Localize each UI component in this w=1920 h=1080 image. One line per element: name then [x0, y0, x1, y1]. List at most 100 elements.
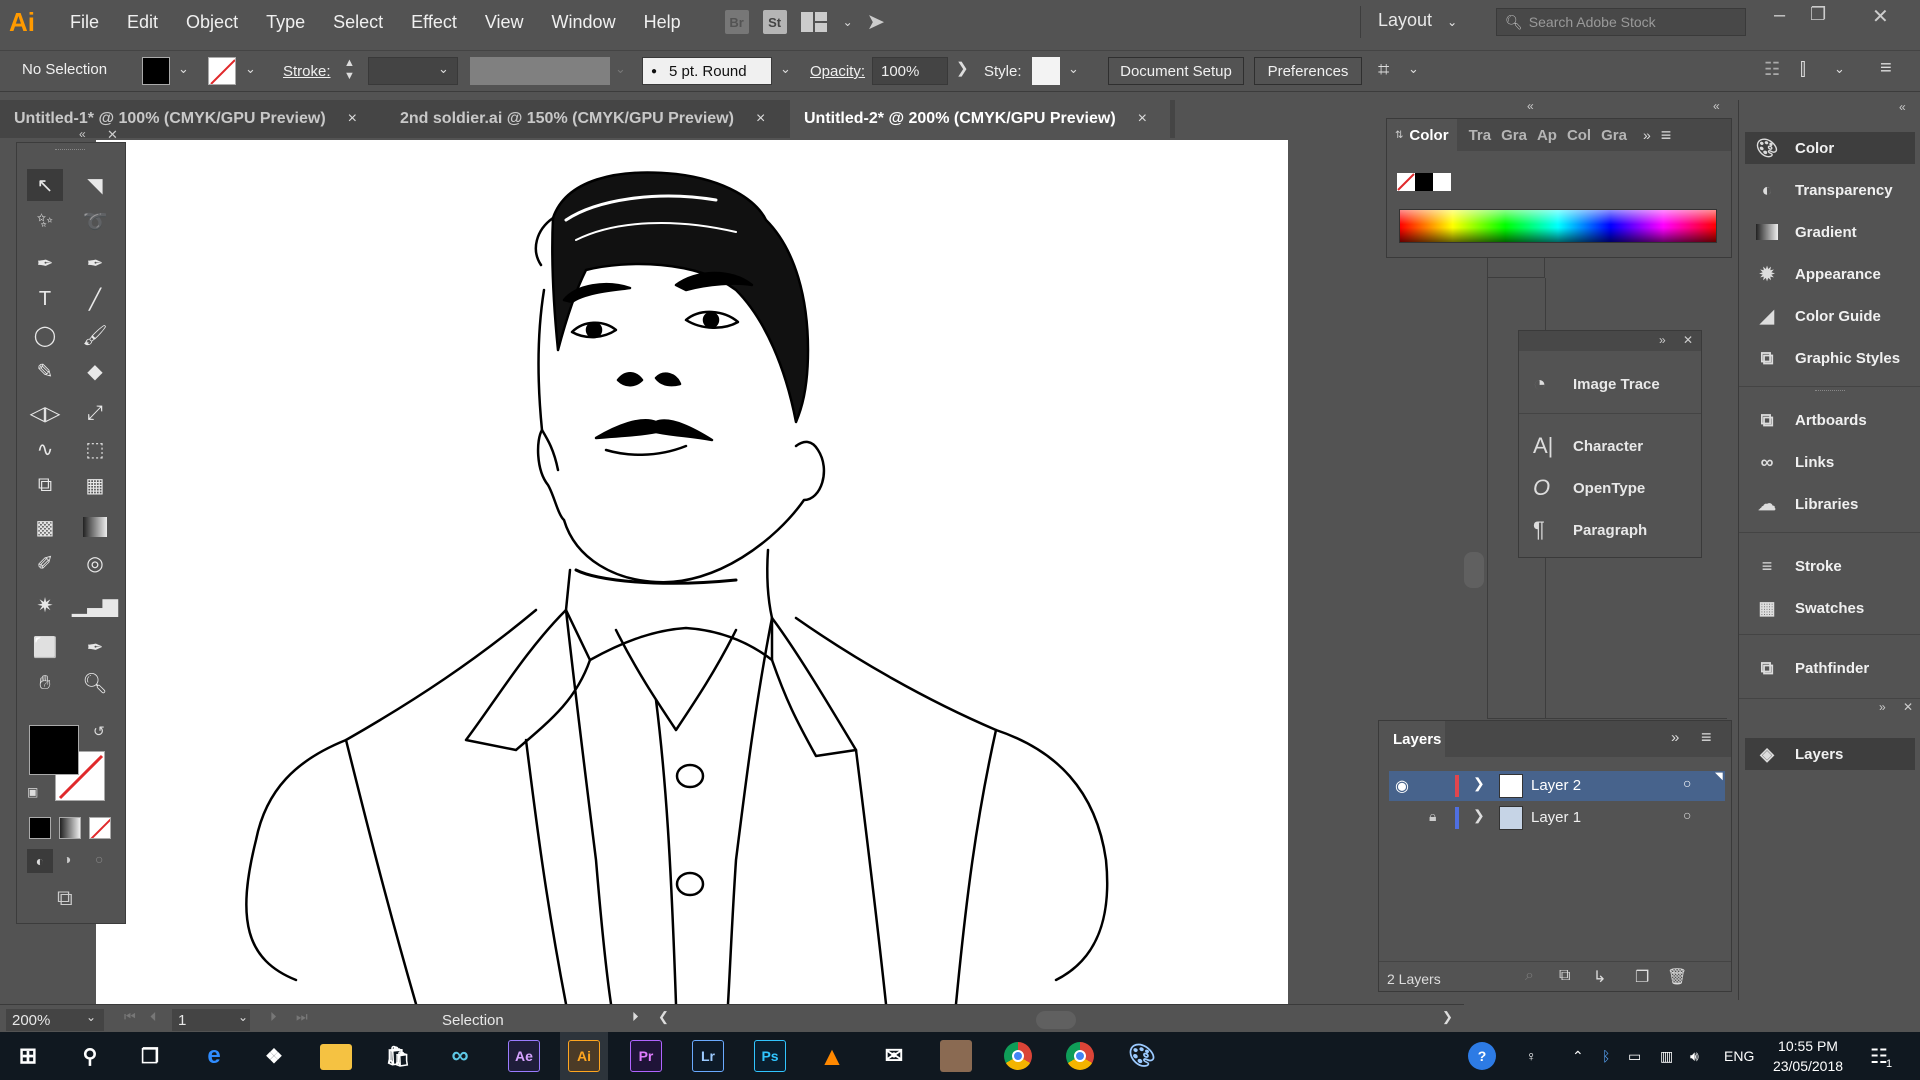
expand-icon[interactable]: »: [1643, 127, 1651, 143]
tab-appearance[interactable]: Ap: [1537, 127, 1557, 144]
eye-icon[interactable]: ◉: [1395, 776, 1409, 796]
opentype-item[interactable]: O OpenType: [1519, 471, 1701, 505]
chevron-down-icon[interactable]: ⌄: [1068, 61, 1079, 77]
lasso-tool[interactable]: ➰: [77, 205, 113, 237]
store-icon[interactable]: 🛍︎: [382, 1040, 414, 1072]
close-icon[interactable]: ✕: [1683, 333, 1693, 347]
shape-builder-tool[interactable]: ⧉: [27, 469, 63, 501]
fill-color-box[interactable]: [29, 725, 79, 775]
trash-icon[interactable]: 🗑︎: [1667, 967, 1687, 987]
graphic-style-swatch[interactable]: [1032, 57, 1060, 85]
workspace-switcher[interactable]: Layout ⌄: [1378, 10, 1457, 31]
dropbox-icon[interactable]: ❖: [258, 1040, 290, 1072]
dock-libraries[interactable]: ☁︎ Libraries: [1745, 488, 1915, 520]
eraser-tool[interactable]: ◆: [77, 355, 113, 387]
control-menu-icon[interactable]: ≡: [1880, 57, 1892, 80]
chevron-down-icon[interactable]: ⌄: [1834, 61, 1845, 77]
pen-tool[interactable]: ✒︎: [27, 247, 63, 279]
swap-fill-stroke-icon[interactable]: ↺: [93, 723, 105, 740]
grid-icon[interactable]: ☷: [1764, 59, 1780, 80]
lightroom-icon[interactable]: Lr: [692, 1040, 724, 1072]
character-item[interactable]: A| Character: [1519, 429, 1701, 463]
dock-artboards[interactable]: ⧉ Artboards: [1745, 404, 1915, 436]
variable-width-profile[interactable]: [470, 57, 610, 85]
dock-swatches[interactable]: ▦ Swatches: [1745, 592, 1915, 624]
new-layer-icon[interactable]: ❐: [1635, 967, 1649, 987]
people-icon[interactable]: ♀︎: [1526, 1032, 1537, 1080]
toolbar-grip[interactable]: [55, 149, 85, 152]
layer-row[interactable]: ◉ ❯ Layer 2 ○ ◥: [1389, 771, 1725, 801]
opacity-label[interactable]: Opacity:: [810, 63, 865, 80]
none-mode-button[interactable]: [89, 817, 111, 839]
tab-2nd-soldier[interactable]: 2nd soldier.ai @ 150% (CMYK/GPU Preview)…: [386, 100, 778, 138]
type-tool[interactable]: T: [27, 283, 63, 315]
close-icon[interactable]: ✕: [107, 127, 118, 143]
white-swatch[interactable]: [1433, 173, 1451, 191]
menu-object[interactable]: Object: [172, 12, 252, 33]
ellipse-tool[interactable]: ◯: [27, 319, 63, 351]
previous-artboard-icon[interactable]: ⏴: [150, 1009, 157, 1025]
stroke-stepper[interactable]: ▲ ▼: [344, 57, 355, 83]
chevron-down-icon[interactable]: ⌄: [1408, 61, 1419, 77]
language-indicator[interactable]: ENG: [1724, 1032, 1754, 1080]
black-swatch[interactable]: [1415, 173, 1433, 191]
dock-color-guide[interactable]: ◢ Color Guide: [1745, 300, 1915, 332]
column-graph-tool[interactable]: ▁▃▆: [72, 589, 118, 621]
eyedropper-tool[interactable]: ✐: [27, 547, 63, 579]
tab-gradient[interactable]: Gra: [1501, 127, 1527, 144]
tab-color-guide[interactable]: Col: [1567, 127, 1591, 144]
chevron-down-icon[interactable]: ⌄: [245, 61, 256, 77]
expand-icon[interactable]: »: [1659, 333, 1666, 347]
close-icon[interactable]: ×: [756, 110, 765, 128]
illustrator-logo[interactable]: Ai: [0, 0, 44, 44]
scroll-handle[interactable]: [1464, 552, 1484, 588]
fill-swatch[interactable]: [142, 57, 170, 85]
line-art-illustration[interactable]: [96, 140, 1288, 1006]
chevron-down-icon[interactable]: ⌄: [86, 1010, 96, 1024]
mail-icon[interactable]: ✉︎: [878, 1040, 910, 1072]
chevron-right-icon[interactable]: ❯: [1473, 775, 1485, 792]
screen-mode-icon[interactable]: ⧉: [57, 885, 73, 911]
dock-links[interactable]: ∞ Links: [1745, 446, 1915, 478]
battery-icon[interactable]: ▭: [1628, 1032, 1641, 1080]
create-sublayer-icon[interactable]: ↳: [1593, 967, 1606, 987]
bluetooth-icon[interactable]: ᛒ: [1602, 1032, 1610, 1080]
tab-untitled-2[interactable]: Untitled-2* @ 200% (CMYK/GPU Preview) ×: [790, 100, 1170, 138]
dock-group-grip[interactable]: [1815, 390, 1845, 391]
dock-appearance[interactable]: ✹ Appearance: [1745, 258, 1915, 290]
photo-app-icon[interactable]: [940, 1040, 972, 1072]
none-swatch[interactable]: [1397, 173, 1415, 191]
magic-wand-tool[interactable]: ✨︎: [27, 205, 63, 237]
edge-icon[interactable]: e: [198, 1040, 230, 1072]
artboard-tool[interactable]: ⬜: [27, 631, 63, 663]
stock-search-input[interactable]: 🔍︎ Search Adobe Stock: [1496, 8, 1746, 36]
menu-view[interactable]: View: [471, 12, 538, 33]
align-icon[interactable]: ⫿: [1800, 59, 1806, 80]
last-artboard-icon[interactable]: ⏭: [296, 1009, 308, 1025]
chevron-down-icon[interactable]: ⌄: [178, 61, 189, 77]
chevron-up-icon[interactable]: ⌃: [1572, 1032, 1584, 1080]
collapse-icon[interactable]: «: [1527, 99, 1534, 113]
color-spectrum-bar[interactable]: [1399, 209, 1717, 243]
menu-file[interactable]: File: [56, 12, 113, 33]
paragraph-item[interactable]: ¶ Paragraph: [1519, 513, 1701, 547]
draw-behind-icon[interactable]: ◑: [63, 851, 71, 867]
close-icon[interactable]: ×: [348, 110, 357, 128]
restore-icon[interactable]: ❐: [1810, 4, 1826, 25]
expand-icon[interactable]: »: [1879, 700, 1886, 714]
panel-menu-icon[interactable]: ≡: [1661, 125, 1672, 146]
selection-indicator-icon[interactable]: ◥: [1715, 771, 1723, 782]
gradient-mode-button[interactable]: [59, 817, 81, 839]
locate-object-icon[interactable]: ⌕: [1525, 967, 1534, 985]
target-icon[interactable]: ○: [1683, 775, 1691, 791]
status-menu-icon[interactable]: ⏵: [632, 1009, 639, 1025]
stroke-swatch[interactable]: [208, 57, 236, 85]
photoshop-icon[interactable]: Ps: [754, 1040, 786, 1072]
canvas-area[interactable]: [0, 138, 1400, 1006]
blend-tool[interactable]: ◎: [77, 547, 113, 579]
preferences-button[interactable]: Preferences: [1254, 57, 1362, 85]
dock-transparency[interactable]: ◐ Transparency: [1745, 174, 1915, 206]
menu-help[interactable]: Help: [630, 12, 695, 33]
chevron-down-icon[interactable]: ⌄: [438, 61, 449, 77]
minimize-icon[interactable]: –: [1774, 4, 1785, 27]
